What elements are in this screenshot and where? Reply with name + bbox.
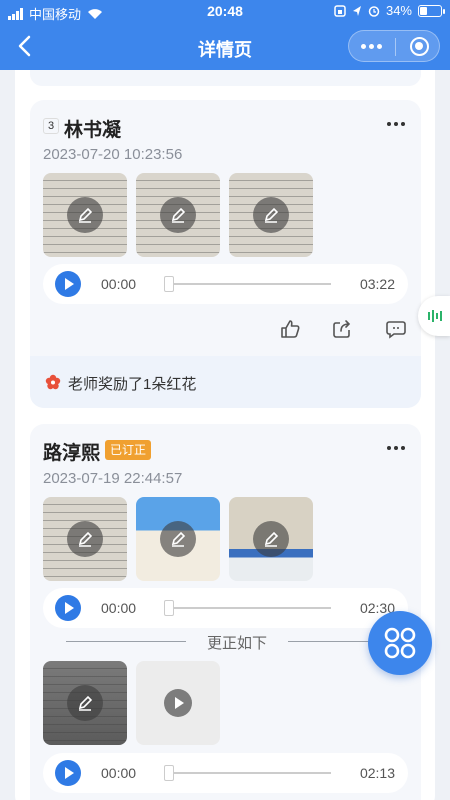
audio-play-button[interactable] — [55, 760, 81, 786]
action-bar — [30, 318, 421, 344]
lock-rotation-icon — [334, 4, 346, 17]
audio-progress-track[interactable] — [169, 772, 331, 774]
thumbs-up-icon[interactable] — [279, 318, 301, 340]
app-header: 中国移动 20:48 34% 详情页 — [0, 0, 450, 70]
pencil-icon[interactable] — [67, 685, 103, 721]
pencil-icon[interactable] — [67, 521, 103, 557]
previous-card-bottom — [30, 70, 421, 86]
homework-photo[interactable] — [43, 173, 127, 257]
share-icon[interactable] — [331, 318, 353, 340]
voice-wave-icon — [428, 310, 442, 322]
homework-photo[interactable] — [136, 173, 220, 257]
audio-current-time: 00:00 — [101, 276, 137, 292]
capsule-close-button[interactable] — [410, 37, 429, 56]
audio-play-button[interactable] — [55, 595, 81, 621]
pencil-icon[interactable] — [160, 197, 196, 233]
correction-audio-player: 00:00 02:13 — [43, 753, 408, 793]
student-name: 路淳熙 — [43, 443, 101, 464]
grid-menu-button[interactable] — [368, 611, 432, 675]
audio-progress-track[interactable] — [169, 607, 331, 609]
reward-text: 老师奖励了1朵红花 — [68, 376, 197, 393]
correction-video[interactable] — [136, 661, 220, 745]
location-icon — [352, 5, 361, 16]
more-dots-icon[interactable] — [387, 446, 405, 450]
homework-photo[interactable] — [229, 173, 313, 257]
audio-player: 00:00 02:30 — [43, 588, 408, 628]
pencil-icon[interactable] — [67, 197, 103, 233]
correction-label: 更正如下 — [206, 635, 267, 652]
pencil-icon[interactable] — [160, 521, 196, 557]
pencil-icon[interactable] — [253, 521, 289, 557]
nav-bar: 详情页 — [0, 24, 450, 70]
pencil-icon[interactable] — [253, 197, 289, 233]
flower-icon — [45, 374, 61, 390]
audio-progress-knob[interactable] — [164, 600, 174, 616]
reward-banner: 老师奖励了1朵红花 — [30, 356, 421, 408]
correction-divider: 更正如下 — [66, 631, 408, 652]
submission-card: 路淳熙 已订正 2023-07-19 22:44:57 00:00 02:30 … — [30, 424, 421, 800]
audio-duration: 02:13 — [359, 765, 395, 781]
audio-progress-knob[interactable] — [164, 765, 174, 781]
homework-photo[interactable] — [136, 497, 220, 581]
grid-menu-icon — [384, 627, 416, 659]
audio-progress-knob[interactable] — [164, 276, 174, 292]
battery-icon — [418, 4, 445, 17]
rank-number: 3 — [43, 118, 59, 134]
miniprogram-capsule — [348, 30, 440, 62]
video-play-icon[interactable] — [164, 689, 192, 717]
submit-date: 2023-07-20 10:23:56 — [43, 146, 183, 163]
homework-photo[interactable] — [229, 497, 313, 581]
capsule-more-button[interactable] — [361, 44, 382, 49]
corrected-badge: 已订正 — [105, 440, 152, 460]
audio-duration: 03:22 — [359, 276, 395, 292]
status-bar: 中国移动 20:48 34% — [0, 0, 450, 24]
submission-card: 3 林书凝 2023-07-20 10:23:56 00:00 03:22 老师… — [30, 100, 421, 408]
submit-date: 2023-07-19 22:44:57 — [43, 470, 183, 487]
more-dots-icon[interactable] — [387, 122, 405, 126]
audio-progress-track[interactable] — [169, 283, 331, 285]
student-name: 林书凝 — [64, 120, 122, 141]
audio-play-button[interactable] — [55, 271, 81, 297]
voice-float-button[interactable] — [418, 296, 450, 336]
audio-player: 00:00 03:22 — [43, 264, 408, 304]
comment-icon[interactable] — [385, 318, 407, 340]
correction-photo[interactable] — [43, 661, 127, 745]
homework-photo[interactable] — [43, 497, 127, 581]
audio-current-time: 00:00 — [101, 765, 137, 781]
battery-percent: 34% — [385, 3, 412, 18]
alarm-icon — [368, 5, 380, 17]
audio-current-time: 00:00 — [101, 600, 137, 616]
